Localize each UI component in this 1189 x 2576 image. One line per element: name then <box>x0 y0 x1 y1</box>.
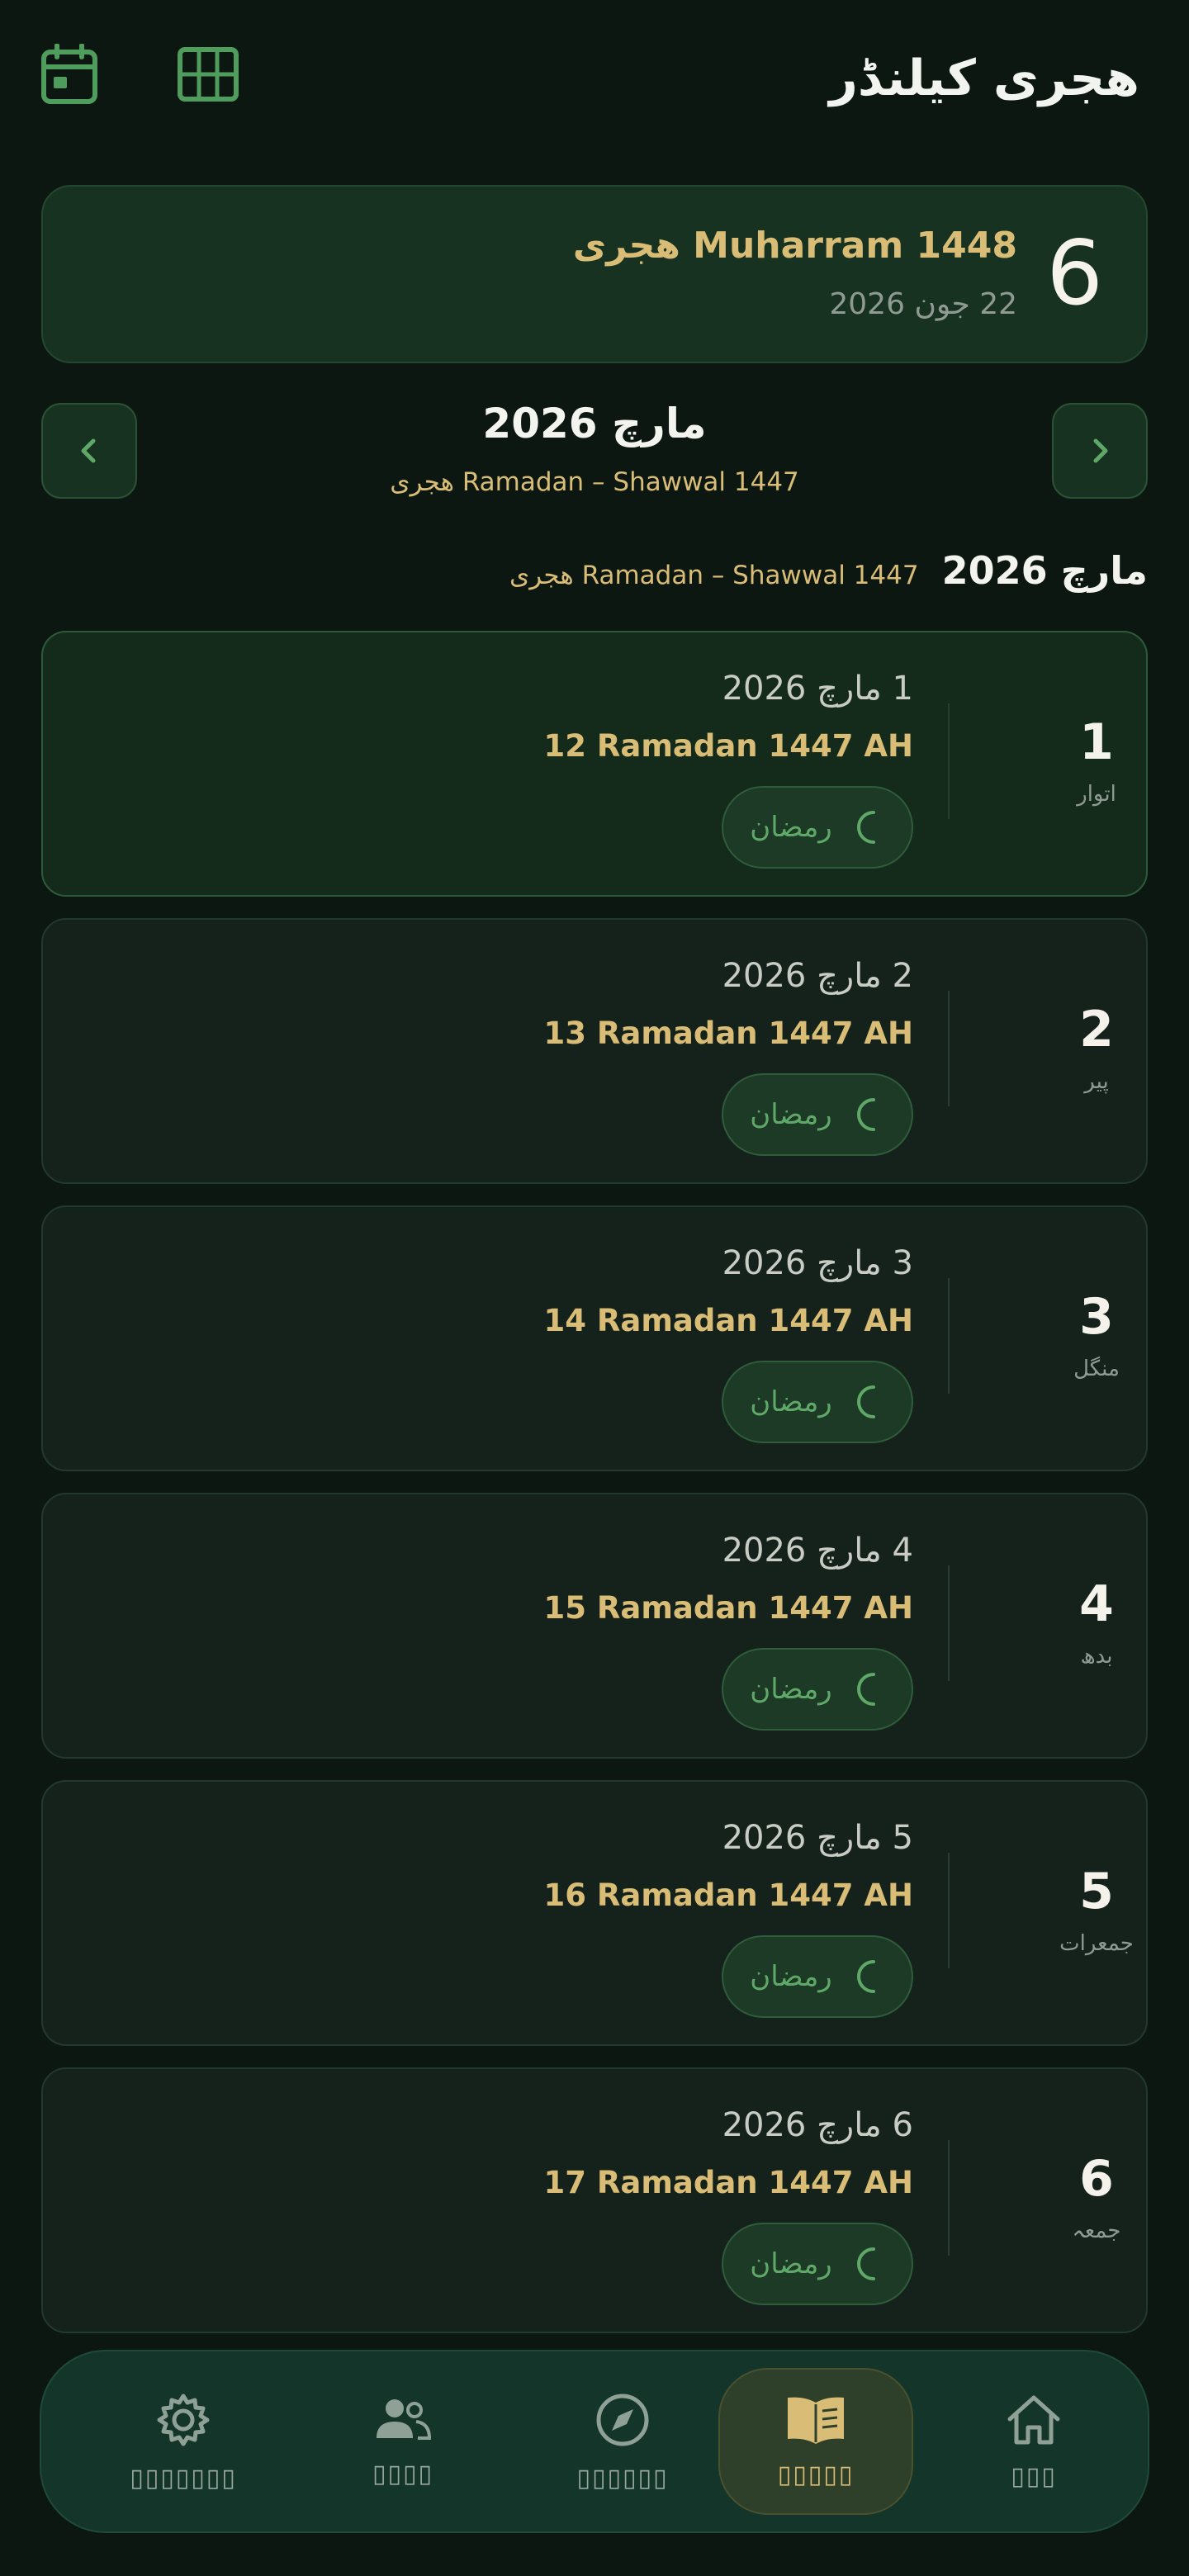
day-card[interactable]: 3 منگل 3 مارچ 2026 14 Ramadan 1447 AH رم… <box>41 1205 1148 1471</box>
nav-item-home[interactable]: ▯▯▯ <box>936 2368 1131 2515</box>
home-icon <box>1007 2395 1060 2444</box>
gregorian-date: 5 مارچ 2026 <box>722 1819 913 1857</box>
day-number: 2 <box>1079 1001 1114 1058</box>
nav-item-people[interactable]: ▯▯▯▯ <box>306 2368 500 2515</box>
today-gregorian-date: 22 جون 2026 <box>829 287 1017 321</box>
hijri-date: 17 Ramadan 1447 AH <box>543 2165 914 2200</box>
gear-icon <box>157 2394 210 2446</box>
gregorian-date: 2 مارچ 2026 <box>722 957 913 995</box>
weekday-label: منگل <box>1073 1357 1120 1381</box>
badge-label: رمضان <box>750 1385 832 1418</box>
ramadan-badge: رمضان <box>722 2223 913 2305</box>
nav-item-settings[interactable]: ▯▯▯▯▯▯▯ <box>86 2368 281 2515</box>
today-day-number: 6 <box>1046 222 1103 325</box>
hijri-date: 15 Ramadan 1447 AH <box>543 1590 914 1626</box>
people-icon <box>377 2398 432 2440</box>
badge-label: رمضان <box>750 1960 832 1993</box>
month-hijri-range: Ramadan – Shawwal 1447 هجری <box>390 467 799 497</box>
badge-label: رمضان <box>750 811 832 844</box>
gregorian-date: 1 مارچ 2026 <box>722 670 913 708</box>
divider <box>948 2140 950 2256</box>
section-header: مارچ 2026 Ramadan – Shawwal 1447 هجری <box>509 548 1148 598</box>
month-title: مارچ 2026 <box>482 400 707 447</box>
badge-label: رمضان <box>750 1098 832 1131</box>
nav-item-explore[interactable]: ▯▯▯▯▯▯ <box>525 2368 720 2515</box>
divider <box>948 703 950 819</box>
crescent-moon-icon <box>856 811 875 844</box>
day-number: 6 <box>1079 2150 1114 2208</box>
day-card[interactable]: 4 بدھ 4 مارچ 2026 15 Ramadan 1447 AH رمض… <box>41 1493 1148 1759</box>
hijri-date: 12 Ramadan 1447 AH <box>543 728 914 764</box>
day-card[interactable]: 6 جمعہ 6 مارچ 2026 17 Ramadan 1447 AH رم… <box>41 2067 1148 2333</box>
nav-item-book[interactable]: ▯▯▯▯▯ <box>718 2368 913 2515</box>
day-number: 4 <box>1079 1575 1114 1633</box>
day-list: 1 اتوار 1 مارچ 2026 12 Ramadan 1447 AH ر… <box>41 631 1148 2355</box>
today-hijri-date: Muharram 1448 هجری <box>572 225 1017 267</box>
hijri-date: 14 Ramadan 1447 AH <box>543 1303 914 1338</box>
ramadan-badge: رمضان <box>722 1073 913 1156</box>
crescent-moon-icon <box>856 1098 875 1131</box>
nav-label: ▯▯▯▯ <box>372 2459 434 2488</box>
divider <box>948 1565 950 1681</box>
day-card[interactable]: 2 پیر 2 مارچ 2026 13 Ramadan 1447 AH رمض… <box>41 918 1148 1184</box>
divider <box>948 1853 950 1968</box>
day-card[interactable]: 5 جمعرات 5 مارچ 2026 16 Ramadan 1447 AH … <box>41 1780 1148 2046</box>
divider <box>948 1278 950 1394</box>
bottom-nav: ▯▯▯▯▯▯▯ ▯▯▯▯ ▯▯▯▯▯▯ ▯▯▯▯▯ ▯▯▯ <box>40 2350 1149 2533</box>
ramadan-badge: رمضان <box>722 1648 913 1731</box>
gregorian-date: 4 مارچ 2026 <box>722 1532 913 1570</box>
chevron-right-icon <box>1093 438 1108 463</box>
gregorian-date: 3 مارچ 2026 <box>722 1244 913 1282</box>
hijri-date: 16 Ramadan 1447 AH <box>543 1878 914 1913</box>
nav-label: ▯▯▯▯▯▯▯ <box>130 2463 237 2493</box>
crescent-moon-icon <box>856 1385 875 1418</box>
gregorian-date: 6 مارچ 2026 <box>722 2106 913 2144</box>
grid-icon[interactable] <box>175 41 241 107</box>
nav-label: ▯▯▯ <box>1011 2461 1057 2491</box>
day-number: 1 <box>1079 713 1114 771</box>
app-header: هجری کیلنڈر <box>0 0 1189 165</box>
weekday-label: جمعرات <box>1059 1931 1134 1956</box>
crescent-moon-icon <box>856 2247 875 2280</box>
app-title: هجری کیلنڈر <box>829 50 1139 107</box>
ramadan-badge: رمضان <box>722 1361 913 1443</box>
badge-label: رمضان <box>750 2247 832 2280</box>
compass-icon <box>596 2394 649 2446</box>
next-month-button[interactable] <box>1052 403 1148 499</box>
day-number: 5 <box>1079 1863 1114 1920</box>
section-title: مارچ 2026 <box>941 548 1148 593</box>
today-card[interactable]: 6 Muharram 1448 هجری 22 جون 2026 <box>41 185 1148 363</box>
weekday-label: اتوار <box>1077 782 1116 807</box>
weekday-label: بدھ <box>1080 1644 1113 1669</box>
day-number: 3 <box>1079 1288 1114 1346</box>
ramadan-badge: رمضان <box>722 1935 913 2018</box>
weekday-label: پیر <box>1084 1069 1109 1094</box>
ramadan-badge: رمضان <box>722 786 913 869</box>
nav-label: ▯▯▯▯▯ <box>777 2460 855 2489</box>
hijri-date: 13 Ramadan 1447 AH <box>543 1016 914 1051</box>
section-subtitle: Ramadan – Shawwal 1447 هجری <box>509 561 919 590</box>
crescent-moon-icon <box>856 1673 875 1706</box>
crescent-moon-icon <box>856 1960 875 1993</box>
nav-label: ▯▯▯▯▯▯ <box>576 2463 669 2493</box>
weekday-label: جمعہ <box>1072 2218 1121 2243</box>
divider <box>948 991 950 1106</box>
day-card[interactable]: 1 اتوار 1 مارچ 2026 12 Ramadan 1447 AH ر… <box>41 631 1148 897</box>
badge-label: رمضان <box>750 1673 832 1706</box>
calendar-icon[interactable] <box>36 41 102 107</box>
book-icon <box>788 2397 844 2444</box>
